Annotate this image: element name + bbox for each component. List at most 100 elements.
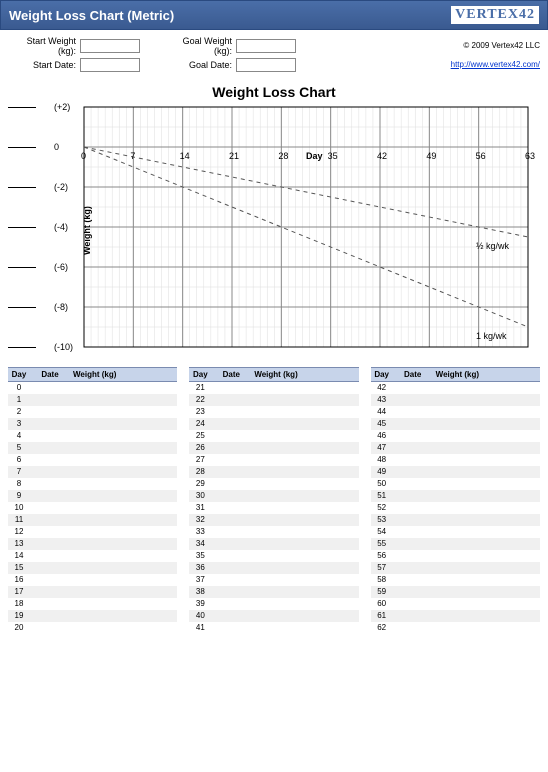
- cell-date[interactable]: [211, 406, 251, 418]
- cell-date[interactable]: [211, 382, 251, 394]
- cell-date[interactable]: [393, 562, 433, 574]
- cell-weight[interactable]: [433, 598, 540, 610]
- cell-weight[interactable]: [70, 478, 177, 490]
- cell-date[interactable]: [393, 442, 433, 454]
- cell-date[interactable]: [393, 478, 433, 490]
- cell-weight[interactable]: [251, 394, 358, 406]
- cell-weight[interactable]: [251, 622, 358, 634]
- goal-weight-input[interactable]: [236, 39, 296, 53]
- cell-weight[interactable]: [251, 382, 358, 394]
- cell-date[interactable]: [393, 574, 433, 586]
- cell-date[interactable]: [30, 586, 70, 598]
- cell-date[interactable]: [393, 394, 433, 406]
- cell-weight[interactable]: [251, 406, 358, 418]
- cell-weight[interactable]: [70, 490, 177, 502]
- cell-weight[interactable]: [70, 610, 177, 622]
- cell-weight[interactable]: [433, 394, 540, 406]
- cell-date[interactable]: [393, 466, 433, 478]
- cell-weight[interactable]: [70, 502, 177, 514]
- cell-weight[interactable]: [251, 610, 358, 622]
- cell-date[interactable]: [211, 490, 251, 502]
- cell-weight[interactable]: [251, 430, 358, 442]
- cell-date[interactable]: [30, 622, 70, 634]
- cell-weight[interactable]: [70, 538, 177, 550]
- cell-weight[interactable]: [433, 466, 540, 478]
- cell-weight[interactable]: [251, 490, 358, 502]
- cell-weight[interactable]: [70, 394, 177, 406]
- cell-date[interactable]: [211, 514, 251, 526]
- cell-date[interactable]: [211, 502, 251, 514]
- cell-date[interactable]: [30, 526, 70, 538]
- cell-weight[interactable]: [70, 598, 177, 610]
- cell-date[interactable]: [393, 526, 433, 538]
- cell-weight[interactable]: [251, 526, 358, 538]
- cell-date[interactable]: [393, 382, 433, 394]
- cell-weight[interactable]: [251, 538, 358, 550]
- cell-date[interactable]: [30, 406, 70, 418]
- cell-weight[interactable]: [70, 442, 177, 454]
- start-date-input[interactable]: [80, 58, 140, 72]
- cell-date[interactable]: [30, 418, 70, 430]
- cell-weight[interactable]: [433, 610, 540, 622]
- cell-weight[interactable]: [251, 562, 358, 574]
- cell-weight[interactable]: [433, 442, 540, 454]
- cell-date[interactable]: [211, 562, 251, 574]
- cell-weight[interactable]: [433, 490, 540, 502]
- cell-date[interactable]: [393, 622, 433, 634]
- cell-weight[interactable]: [251, 598, 358, 610]
- cell-date[interactable]: [30, 514, 70, 526]
- cell-date[interactable]: [30, 454, 70, 466]
- cell-weight[interactable]: [433, 562, 540, 574]
- cell-date[interactable]: [211, 574, 251, 586]
- cell-weight[interactable]: [251, 586, 358, 598]
- cell-date[interactable]: [211, 526, 251, 538]
- cell-weight[interactable]: [70, 466, 177, 478]
- cell-weight[interactable]: [433, 514, 540, 526]
- cell-date[interactable]: [211, 478, 251, 490]
- cell-date[interactable]: [211, 394, 251, 406]
- cell-weight[interactable]: [433, 418, 540, 430]
- cell-date[interactable]: [211, 586, 251, 598]
- cell-date[interactable]: [393, 418, 433, 430]
- cell-date[interactable]: [30, 430, 70, 442]
- cell-weight[interactable]: [433, 382, 540, 394]
- cell-weight[interactable]: [70, 526, 177, 538]
- cell-weight[interactable]: [433, 454, 540, 466]
- cell-weight[interactable]: [251, 514, 358, 526]
- start-weight-input[interactable]: [80, 39, 140, 53]
- cell-weight[interactable]: [433, 538, 540, 550]
- cell-date[interactable]: [211, 442, 251, 454]
- cell-weight[interactable]: [70, 382, 177, 394]
- cell-date[interactable]: [393, 598, 433, 610]
- cell-weight[interactable]: [70, 550, 177, 562]
- cell-weight[interactable]: [251, 454, 358, 466]
- cell-weight[interactable]: [70, 514, 177, 526]
- cell-date[interactable]: [30, 502, 70, 514]
- cell-weight[interactable]: [70, 622, 177, 634]
- cell-weight[interactable]: [251, 478, 358, 490]
- cell-date[interactable]: [211, 466, 251, 478]
- cell-date[interactable]: [393, 610, 433, 622]
- vertex42-link[interactable]: http://www.vertex42.com/: [451, 60, 540, 69]
- cell-date[interactable]: [30, 394, 70, 406]
- cell-weight[interactable]: [433, 526, 540, 538]
- cell-date[interactable]: [211, 538, 251, 550]
- goal-date-input[interactable]: [236, 58, 296, 72]
- cell-date[interactable]: [211, 610, 251, 622]
- cell-weight[interactable]: [251, 502, 358, 514]
- cell-weight[interactable]: [251, 574, 358, 586]
- cell-date[interactable]: [30, 538, 70, 550]
- cell-date[interactable]: [30, 478, 70, 490]
- cell-date[interactable]: [30, 466, 70, 478]
- cell-date[interactable]: [393, 454, 433, 466]
- cell-date[interactable]: [393, 406, 433, 418]
- cell-date[interactable]: [211, 598, 251, 610]
- cell-date[interactable]: [393, 586, 433, 598]
- cell-weight[interactable]: [251, 442, 358, 454]
- cell-weight[interactable]: [70, 574, 177, 586]
- cell-weight[interactable]: [251, 466, 358, 478]
- cell-weight[interactable]: [251, 550, 358, 562]
- cell-date[interactable]: [30, 382, 70, 394]
- cell-date[interactable]: [211, 550, 251, 562]
- cell-date[interactable]: [211, 418, 251, 430]
